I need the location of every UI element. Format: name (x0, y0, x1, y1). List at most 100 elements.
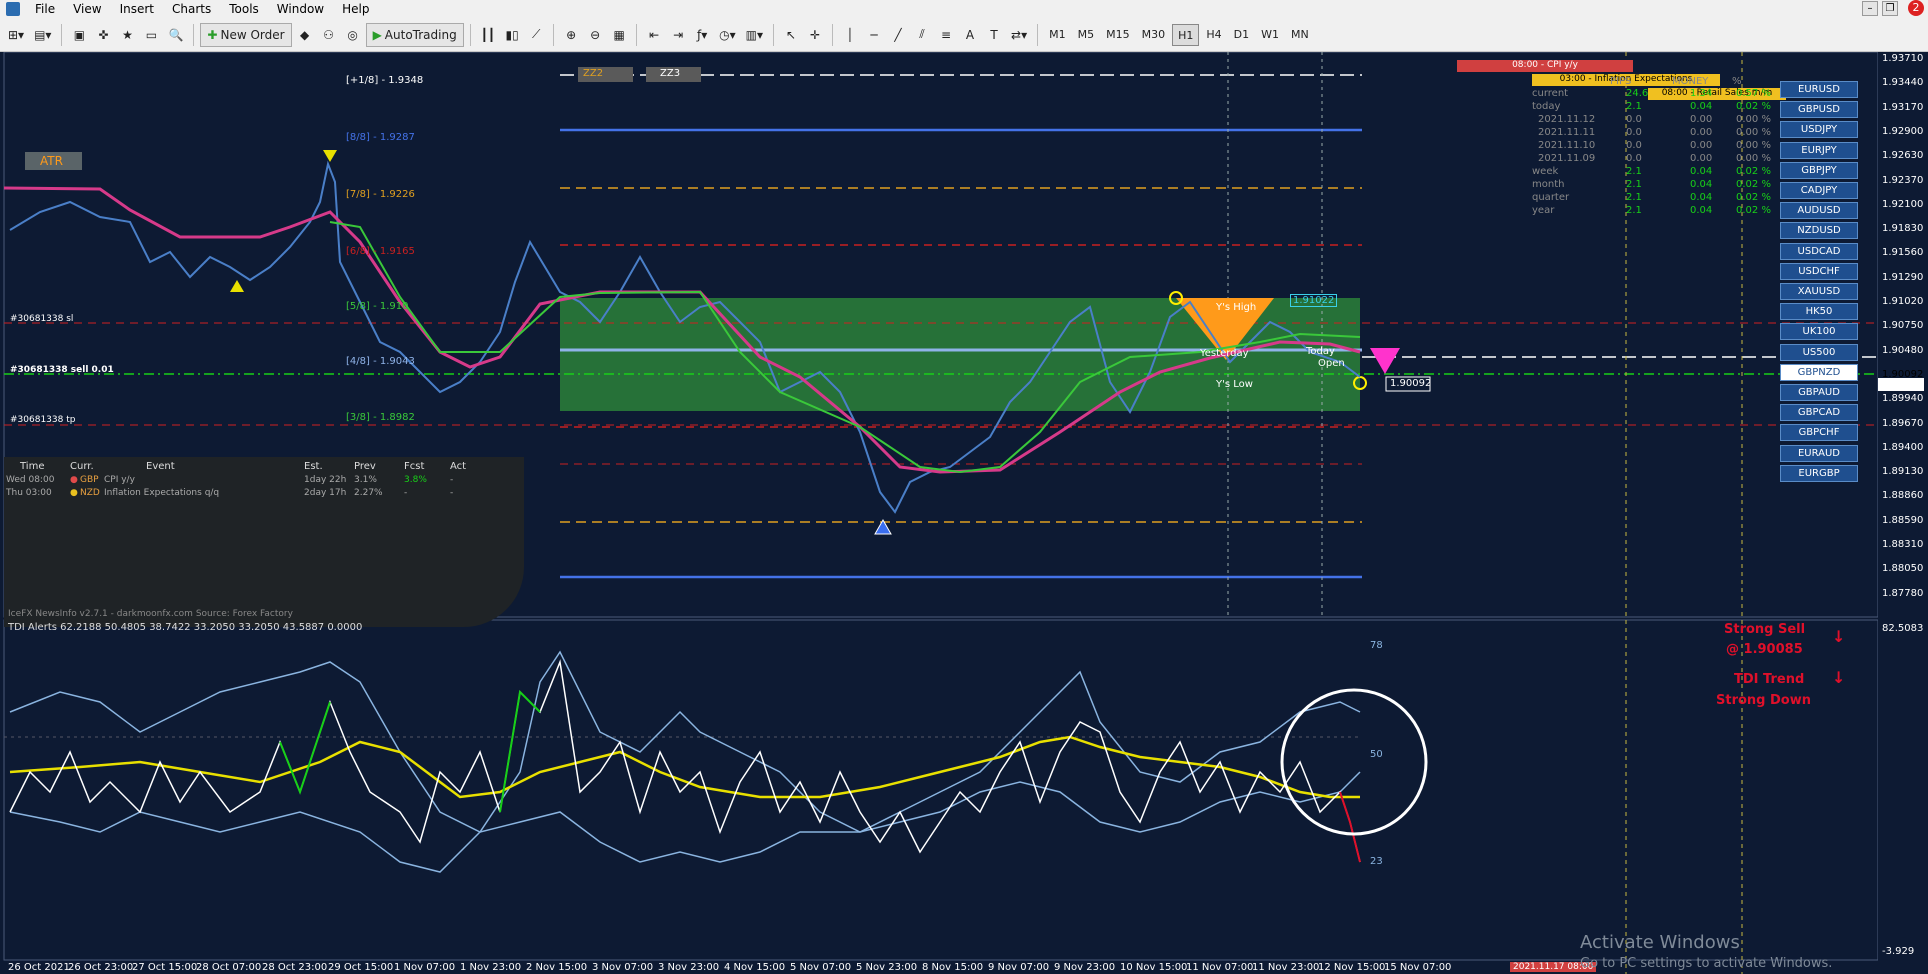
stats-row-pct: 0.00 % (1736, 127, 1771, 138)
tf-mn[interactable]: MN (1286, 24, 1314, 46)
menu-window[interactable]: Window (268, 0, 333, 18)
window-controls: – ❐ (1862, 1, 1898, 16)
tf-w1[interactable]: W1 (1256, 24, 1284, 46)
chart-shift-icon[interactable]: ⇥ (667, 23, 689, 47)
symbol-button-usdcad[interactable]: USDCAD (1780, 242, 1858, 260)
profiles-icon[interactable]: ▤▾ (30, 23, 55, 47)
restore-icon[interactable]: ❐ (1882, 1, 1898, 16)
new-order-button[interactable]: ✚ New Order (200, 22, 292, 47)
news-header-act: Act (450, 461, 467, 472)
murrey-8-label: [8/8] - 1.9287 (346, 132, 415, 143)
symbol-button-uk100[interactable]: UK100 (1780, 323, 1858, 341)
crosshair-icon[interactable]: ✛ (804, 23, 826, 47)
stats-row-pct: 0.00 % (1736, 140, 1771, 151)
tf-d1[interactable]: D1 (1229, 24, 1254, 46)
stats-row-label: 2021.11.11 (1538, 127, 1596, 138)
symbol-button-gbpjpy[interactable]: GBPJPY (1780, 161, 1858, 179)
today-label: Today (1306, 346, 1335, 357)
tf-m30[interactable]: M30 (1137, 24, 1171, 46)
news-footer: IceFX NewsInfo v2.7.1 - darkmoonfx.com S… (8, 609, 293, 619)
signals-icon[interactable]: ⚇ (318, 23, 340, 47)
text-icon[interactable]: A (959, 23, 981, 47)
symbol-button-gbpnzd[interactable]: GBPNZD (1780, 363, 1858, 381)
zz2-button[interactable]: ZZ2 (583, 68, 603, 79)
notification-badge[interactable]: 2 (1908, 0, 1924, 16)
menu-file[interactable]: File (26, 0, 64, 18)
price-axis-label: 1.89400 (1882, 441, 1924, 453)
stats-header-money: MONEY (1672, 76, 1709, 87)
line-chart-icon[interactable]: ⟋ (525, 23, 547, 47)
cursor-icon[interactable]: ↖ (780, 23, 802, 47)
symbol-button-usdchf[interactable]: USDCHF (1780, 262, 1858, 280)
menu-charts[interactable]: Charts (163, 0, 220, 18)
symbol-button-cadjpy[interactable]: CADJPY (1780, 182, 1858, 199)
date-axis-label: 1 Nov 23:00 (460, 962, 522, 973)
date-axis-label: 1 Nov 07:00 (394, 962, 456, 973)
symbol-button-eurusd[interactable]: EURUSD (1780, 81, 1858, 98)
stats-row-pct: 0.02 % (1736, 205, 1771, 216)
tdi-trend-label: TDI Trend (1734, 672, 1805, 687)
menu-insert[interactable]: Insert (111, 0, 163, 18)
market-watch-icon[interactable]: ▣ (68, 23, 90, 47)
candlestick-icon[interactable]: ▮▯ (501, 23, 523, 47)
atr-label[interactable]: ATR (40, 154, 63, 168)
menu-view[interactable]: View (64, 0, 110, 18)
menu-tools[interactable]: Tools (220, 0, 268, 18)
autotrading-button[interactable]: ▶ AutoTrading (365, 22, 464, 47)
zz3-button[interactable]: ZZ3 (660, 68, 680, 79)
menu-help[interactable]: Help (333, 0, 378, 18)
symbol-button-nzdusd[interactable]: NZDUSD (1780, 222, 1858, 240)
fibonacci-icon[interactable]: ≡ (935, 23, 957, 47)
new-chart-icon[interactable]: ⊞▾ (4, 23, 28, 47)
navigator-icon[interactable]: ★ (116, 23, 138, 47)
news-header-curr: Curr. (70, 461, 94, 472)
tester-icon[interactable]: 🔍 (164, 23, 187, 47)
symbol-button-xauusd[interactable]: XAUUSD (1780, 283, 1858, 300)
zoom-in-icon[interactable]: ⊕ (560, 23, 582, 47)
label-icon[interactable]: T (983, 23, 1005, 47)
autoscroll-icon[interactable]: ⇤ (643, 23, 665, 47)
tf-m15[interactable]: M15 (1101, 24, 1135, 46)
symbol-button-eurgbp[interactable]: EURGBP (1780, 464, 1858, 482)
news-row1-fcst: 3.8% (404, 475, 427, 485)
data-window-icon[interactable]: ✜ (92, 23, 114, 47)
arrows-icon[interactable]: ⇄▾ (1007, 23, 1031, 47)
tile-windows-icon[interactable]: ▦ (608, 23, 630, 47)
tf-h1[interactable]: H1 (1172, 23, 1200, 46)
symbol-button-eurjpy[interactable]: EURJPY (1780, 141, 1858, 159)
market-icon[interactable]: ◎ (342, 23, 364, 47)
templates-icon[interactable]: ▥▾ (742, 23, 767, 47)
symbol-button-audusd[interactable]: AUDUSD (1780, 202, 1858, 220)
symbol-button-gbpaud[interactable]: GBPAUD (1780, 384, 1858, 401)
stats-row-pct: 0.02 % (1736, 166, 1771, 177)
tf-h4[interactable]: H4 (1201, 24, 1226, 46)
bar-chart-icon[interactable]: ┃┃ (477, 23, 499, 47)
date-axis-label: 11 Nov 23:00 (1252, 962, 1320, 973)
terminal-icon[interactable]: ▭ (140, 23, 162, 47)
date-axis-label: 10 Nov 15:00 (1120, 962, 1188, 973)
minimize-icon[interactable]: – (1862, 1, 1878, 16)
symbol-button-euraud[interactable]: EURAUD (1780, 444, 1858, 462)
channel-icon[interactable]: ⫽ (911, 23, 933, 47)
date-axis-label: 2 Nov 15:00 (526, 962, 588, 973)
metaeditor-icon[interactable]: ◆ (294, 23, 316, 47)
vertical-line-icon[interactable]: │ (839, 23, 861, 47)
symbol-button-gbpchf[interactable]: GBPCHF (1780, 424, 1858, 442)
zoom-out-icon[interactable]: ⊖ (584, 23, 606, 47)
tf-m5[interactable]: M5 (1073, 24, 1100, 46)
symbol-button-us500[interactable]: US500 (1780, 343, 1858, 361)
symbol-button-gbpusd[interactable]: GBPUSD (1780, 101, 1858, 119)
symbol-button-hk50[interactable]: HK50 (1780, 303, 1858, 321)
tf-m1[interactable]: M1 (1044, 24, 1071, 46)
chart-window[interactable]: ↓ ↓ [+1/8] - 1.9348 [8/8] - 1.9287 [7/8]… (0, 52, 1928, 974)
periods-icon[interactable]: ◷▾ (715, 23, 740, 47)
symbol-button-usdjpy[interactable]: USDJPY (1780, 121, 1858, 139)
stats-row-pct: 0.02 % (1736, 179, 1771, 190)
trendline-icon[interactable]: ╱ (887, 23, 909, 47)
stats-row-money: 0.04 (1690, 101, 1713, 112)
horizontal-line-icon[interactable]: ─ (863, 23, 885, 47)
indicators-icon[interactable]: ƒ▾ (691, 23, 713, 47)
date-axis-label: 28 Oct 07:00 (196, 962, 262, 973)
symbol-button-gbpcad[interactable]: GBPCAD (1780, 404, 1858, 422)
strong-down-label: Strong Down (1716, 693, 1811, 708)
